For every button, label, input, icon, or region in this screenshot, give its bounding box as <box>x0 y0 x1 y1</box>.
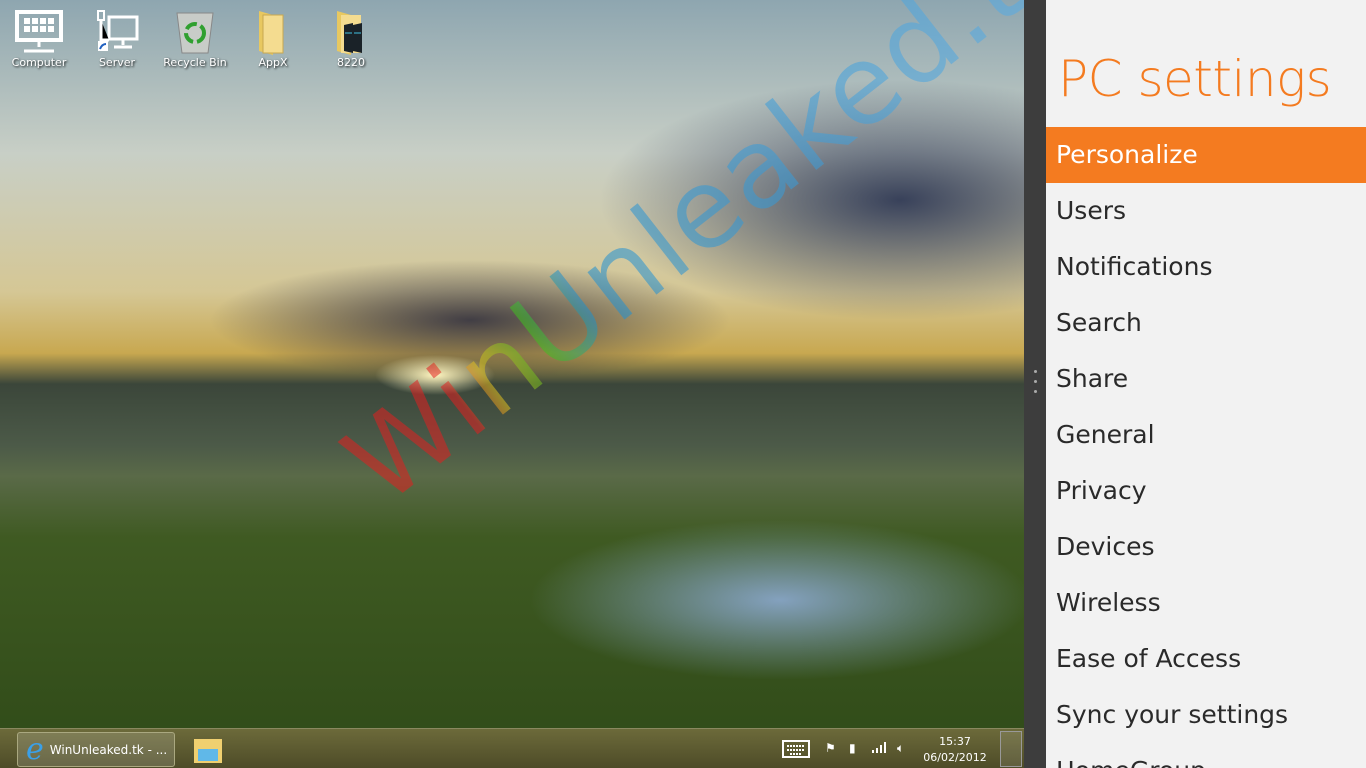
action-center-flag-icon[interactable]: ⚑ <box>825 741 836 755</box>
taskbar-ie-button[interactable]: e WinUnleaked.tk - ... <box>17 732 175 767</box>
settings-item-general[interactable]: General <box>1046 407 1366 463</box>
taskbar: e WinUnleaked.tk - ... ⚑ ▮ 🔈︎ 15:37 06/0… <box>0 728 1024 768</box>
desktop-icon-appx[interactable]: AppX <box>238 6 308 69</box>
power-icon[interactable]: ▮ <box>849 741 856 755</box>
grip-dot <box>1034 370 1037 373</box>
settings-item-share[interactable]: Share <box>1046 351 1366 407</box>
desktop-icon-computer[interactable]: Computer <box>4 6 74 69</box>
settings-item-notifications[interactable]: Notifications <box>1046 239 1366 295</box>
settings-item-sync[interactable]: Sync your settings <box>1046 687 1366 743</box>
settings-item-ease-of-access[interactable]: Ease of Access <box>1046 631 1366 687</box>
desktop-icon-server[interactable]: Server <box>82 6 152 69</box>
network-signal-icon[interactable] <box>872 741 888 756</box>
folder-icon <box>238 6 308 56</box>
settings-item-homegroup[interactable]: HomeGroup <box>1046 743 1366 768</box>
pc-settings-panel: PC settings Personalize Users Notificati… <box>1046 0 1366 768</box>
settings-item-wireless[interactable]: Wireless <box>1046 575 1366 631</box>
settings-item-users[interactable]: Users <box>1046 183 1366 239</box>
settings-item-privacy[interactable]: Privacy <box>1046 463 1366 519</box>
settings-item-personalize[interactable]: Personalize <box>1046 127 1366 183</box>
grip-dot <box>1034 390 1037 393</box>
touch-keyboard-icon[interactable] <box>782 740 810 761</box>
show-desktop-button[interactable] <box>1000 731 1022 767</box>
server-shortcut-icon <box>82 6 152 56</box>
watermark: WinUnleaked.tk <box>321 0 1101 528</box>
desktop-icon-8220[interactable]: 8220 <box>316 6 386 69</box>
recycle-bin-icon <box>160 6 230 56</box>
taskbar-explorer-button[interactable] <box>185 732 231 767</box>
computer-icon <box>4 6 74 56</box>
desktop: Computer Server Recycle Bin AppX 8220 Wi… <box>0 0 1101 768</box>
folder-icon <box>316 6 386 56</box>
volume-icon[interactable]: 🔈︎ <box>897 741 904 756</box>
grip-dot <box>1034 380 1037 383</box>
snap-divider[interactable] <box>1024 0 1046 768</box>
internet-explorer-icon: e <box>26 731 44 767</box>
clock[interactable]: 15:37 06/02/2012 <box>920 734 990 766</box>
page-title: PC settings <box>1058 50 1332 108</box>
file-explorer-icon <box>194 738 222 763</box>
settings-item-devices[interactable]: Devices <box>1046 519 1366 575</box>
settings-item-search[interactable]: Search <box>1046 295 1366 351</box>
desktop-icon-recycle-bin[interactable]: Recycle Bin <box>160 6 230 69</box>
